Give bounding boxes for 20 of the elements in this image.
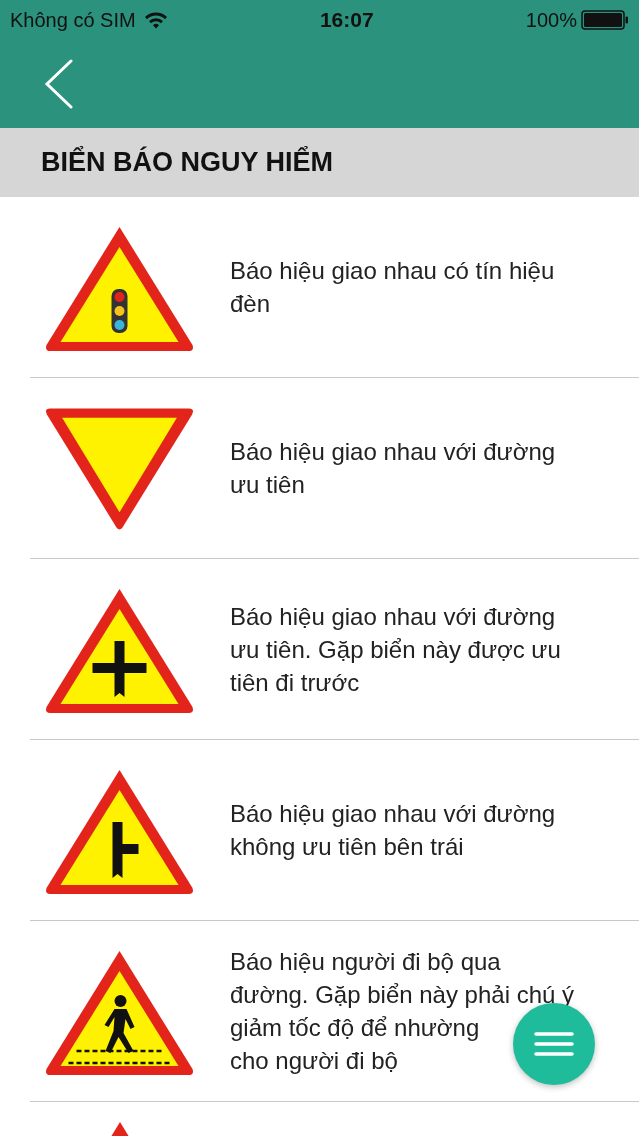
- description-line: Báo hiệu giao nhau với đường: [230, 437, 556, 467]
- description-line: giảm tốc độ để nhường: [230, 1013, 480, 1043]
- menu-icon: [534, 1032, 574, 1056]
- description-line: Báo hiệu người đi bộ qua: [230, 947, 501, 977]
- description-line: Báo hiệu giao nhau với đường: [230, 601, 556, 632]
- clock-text: 16:07: [319, 7, 374, 34]
- description-line: tiên đi trước: [230, 667, 360, 698]
- description-line: ưu tiên. Gặp biển này được ưu: [230, 634, 561, 665]
- description-line: cho người đi bộ: [230, 1046, 398, 1076]
- carrier-text: Không có SIM: [10, 8, 136, 33]
- battery-icon: [581, 10, 629, 30]
- wifi-icon: [143, 11, 168, 29]
- section-title: BIỂN BÁO NGUY HIỂM: [41, 145, 334, 180]
- description-line: ưu tiên: [230, 470, 305, 500]
- battery-percent: 100%: [525, 8, 577, 33]
- description-line: Báo hiệu giao nhau có tín hiệu: [230, 256, 555, 286]
- description-line: Báo hiệu giao nhau với đường: [230, 799, 556, 829]
- description-line: đèn: [230, 289, 271, 319]
- description-line: không ưu tiên bên trái: [230, 832, 464, 862]
- back-icon[interactable]: [44, 59, 74, 109]
